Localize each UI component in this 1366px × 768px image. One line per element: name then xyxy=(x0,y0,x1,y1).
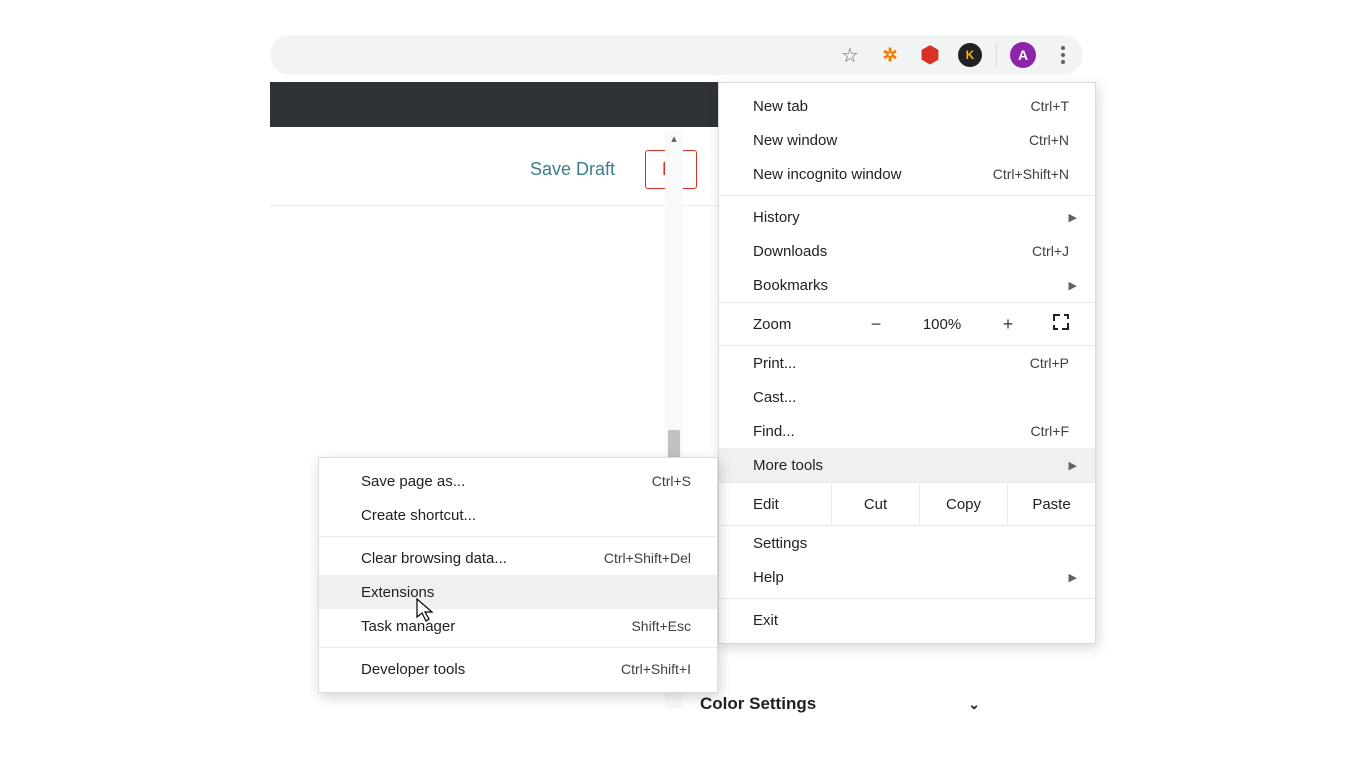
edit-label: Edit xyxy=(719,483,831,525)
save-draft-button[interactable]: Save Draft xyxy=(530,159,615,180)
menu-new-window[interactable]: New window Ctrl+N xyxy=(719,123,1095,157)
menu-help[interactable]: Help ▶ xyxy=(719,560,1095,594)
menu-bookmarks[interactable]: Bookmarks ▶ xyxy=(719,268,1095,302)
menu-history[interactable]: History ▶ xyxy=(719,200,1095,234)
menu-label: Downloads xyxy=(753,243,827,260)
color-settings-row[interactable]: Color Settings ⌄ xyxy=(700,694,980,714)
extension-so[interactable]: ✲ xyxy=(870,35,910,75)
submenu-clear-browsing-data[interactable]: Clear browsing data... Ctrl+Shift+Del xyxy=(319,541,717,575)
menu-new-tab[interactable]: New tab Ctrl+T xyxy=(719,89,1095,123)
chevron-down-icon: ⌄ xyxy=(968,696,980,713)
submenu-task-manager[interactable]: Task manager Shift+Esc xyxy=(319,609,717,643)
submenu-shortcut: Shift+Esc xyxy=(631,618,691,634)
fullscreen-button[interactable] xyxy=(1041,314,1081,334)
menu-separator xyxy=(719,195,1095,196)
kebab-icon xyxy=(1061,46,1065,64)
chrome-menu-button[interactable] xyxy=(1043,35,1083,75)
zoom-out-button[interactable]: − xyxy=(843,314,909,335)
menu-shortcut: Ctrl+J xyxy=(1032,243,1069,259)
menu-edit: Edit Cut Copy Paste xyxy=(719,482,1095,526)
color-settings-label: Color Settings xyxy=(700,694,816,714)
chevron-right-icon: ▶ xyxy=(1069,459,1077,472)
menu-label: New tab xyxy=(753,98,808,115)
star-icon: ☆ xyxy=(841,43,859,68)
menu-separator xyxy=(319,536,717,537)
menu-downloads[interactable]: Downloads Ctrl+J xyxy=(719,234,1095,268)
flower-icon: ✲ xyxy=(878,43,902,67)
submenu-shortcut: Ctrl+Shift+Del xyxy=(604,550,691,566)
zoom-in-button[interactable]: + xyxy=(975,314,1041,335)
extension-ublock[interactable]: ⬢ xyxy=(910,35,950,75)
chrome-menu: New tab Ctrl+T New window Ctrl+N New inc… xyxy=(718,82,1096,644)
shield-icon: ⬢ xyxy=(918,43,942,67)
bookmark-button[interactable]: ☆ xyxy=(830,35,870,75)
submenu-label: Save page as... xyxy=(361,473,465,490)
submenu-label: Create shortcut... xyxy=(361,507,476,524)
menu-separator xyxy=(719,598,1095,599)
menu-label: History xyxy=(753,209,800,226)
extension-k[interactable]: K xyxy=(950,35,990,75)
avatar-icon: A xyxy=(1010,42,1036,68)
menu-label: Settings xyxy=(753,535,807,552)
menu-shortcut: Ctrl+N xyxy=(1029,132,1069,148)
menu-label: New incognito window xyxy=(753,166,901,183)
scroll-up-icon[interactable]: ▴ xyxy=(665,130,683,148)
edit-copy-button[interactable]: Copy xyxy=(919,483,1007,525)
menu-separator xyxy=(319,647,717,648)
menu-label: More tools xyxy=(753,457,823,474)
edit-paste-button[interactable]: Paste xyxy=(1007,483,1095,525)
menu-incognito[interactable]: New incognito window Ctrl+Shift+N xyxy=(719,157,1095,191)
menu-exit[interactable]: Exit xyxy=(719,603,1095,637)
menu-shortcut: Ctrl+P xyxy=(1030,355,1069,371)
menu-label: Exit xyxy=(753,612,778,629)
toolbar-right: ☆ ✲ ⬢ K A xyxy=(830,35,1083,75)
fullscreen-icon xyxy=(1053,314,1069,330)
edit-cut-button[interactable]: Cut xyxy=(831,483,919,525)
submenu-shortcut: Ctrl+S xyxy=(652,473,691,489)
menu-label: Find... xyxy=(753,423,795,440)
k-icon: K xyxy=(958,43,982,67)
chevron-right-icon: ▶ xyxy=(1069,211,1077,224)
menu-label: Help xyxy=(753,569,784,586)
submenu-label: Extensions xyxy=(361,584,434,601)
submenu-create-shortcut[interactable]: Create shortcut... xyxy=(319,498,717,532)
menu-cast[interactable]: Cast... xyxy=(719,380,1095,414)
menu-shortcut: Ctrl+F xyxy=(1031,423,1070,439)
more-tools-submenu: Save page as... Ctrl+S Create shortcut..… xyxy=(318,457,718,693)
menu-more-tools[interactable]: More tools ▶ xyxy=(719,448,1095,482)
menu-zoom: Zoom − 100% + xyxy=(719,302,1095,346)
chevron-right-icon: ▶ xyxy=(1069,279,1077,292)
menu-label: Cast... xyxy=(753,389,796,406)
menu-label: Print... xyxy=(753,355,796,372)
submenu-developer-tools[interactable]: Developer tools Ctrl+Shift+I xyxy=(319,652,717,686)
chevron-right-icon: ▶ xyxy=(1069,571,1077,584)
menu-shortcut: Ctrl+T xyxy=(1031,98,1070,114)
menu-label: New window xyxy=(753,132,837,149)
submenu-shortcut: Ctrl+Shift+I xyxy=(621,661,691,677)
zoom-value: 100% xyxy=(909,316,975,333)
menu-settings[interactable]: Settings xyxy=(719,526,1095,560)
menu-shortcut: Ctrl+Shift+N xyxy=(993,166,1069,182)
menu-label: Bookmarks xyxy=(753,277,828,294)
submenu-label: Task manager xyxy=(361,618,455,635)
toolbar-divider xyxy=(996,43,997,67)
zoom-label: Zoom xyxy=(753,316,843,333)
menu-find[interactable]: Find... Ctrl+F xyxy=(719,414,1095,448)
submenu-label: Developer tools xyxy=(361,661,465,678)
submenu-extensions[interactable]: Extensions xyxy=(319,575,717,609)
menu-print[interactable]: Print... Ctrl+P xyxy=(719,346,1095,380)
submenu-label: Clear browsing data... xyxy=(361,550,507,567)
submenu-save-page[interactable]: Save page as... Ctrl+S xyxy=(319,464,717,498)
profile-button[interactable]: A xyxy=(1003,35,1043,75)
